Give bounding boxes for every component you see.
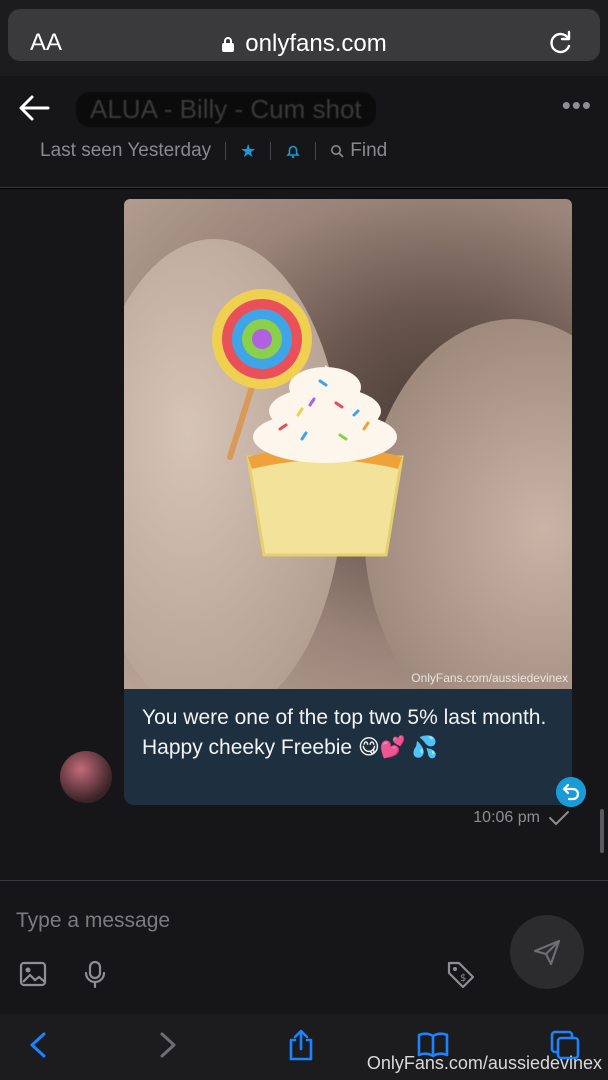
footer-watermark: OnlyFans.com/aussiedevinex (366, 1053, 602, 1073)
divider (225, 142, 227, 160)
reload-icon[interactable] (548, 29, 574, 55)
microphone-icon[interactable] (80, 959, 110, 989)
find-button[interactable]: Find (330, 140, 387, 162)
message-time-row: 10:06 pm (473, 809, 570, 827)
back-arrow-icon[interactable] (18, 94, 50, 122)
bell-icon[interactable] (285, 143, 301, 159)
send-button[interactable] (510, 915, 584, 989)
message-time: 10:06 pm (473, 809, 540, 826)
chat-header: ALUA - Billy - Cum shot ••• Last seen Ye… (0, 76, 608, 188)
message-bubble[interactable]: You were one of the top two 5% last mont… (124, 689, 572, 805)
check-icon (549, 811, 569, 826)
image-watermark: OnlyFans.com/aussiedevinex (411, 671, 568, 685)
send-icon (533, 939, 561, 966)
avatar[interactable] (60, 751, 112, 803)
more-options-icon[interactable]: ••• (562, 92, 592, 118)
divider (315, 142, 317, 160)
message-list[interactable]: OnlyFans.com/aussiedevinex You were one … (0, 189, 608, 881)
lock-icon (222, 37, 235, 52)
last-seen-status: Last seen Yesterday (40, 140, 212, 161)
scrollbar[interactable] (600, 809, 604, 853)
message-image[interactable]: OnlyFans.com/aussiedevinex (124, 199, 572, 689)
undo-icon[interactable] (556, 777, 586, 807)
chat-subheader: Last seen Yesterday ★ Find (40, 140, 387, 162)
cupcake-sticker (246, 365, 404, 557)
back-chevron-icon[interactable] (22, 1028, 56, 1062)
url-host-text: onlyfans.com (245, 30, 387, 57)
svg-text:$: $ (460, 973, 466, 984)
divider (270, 142, 272, 160)
search-icon (331, 145, 344, 158)
forward-chevron-icon[interactable] (150, 1028, 184, 1062)
find-label: Find (350, 140, 388, 161)
star-icon[interactable]: ★ (240, 141, 256, 162)
url-field[interactable]: AA onlyfans.com (8, 9, 600, 61)
browser-toolbar: OnlyFans.com/aussiedevinex (0, 1014, 608, 1080)
browser-address-bar: AA onlyfans.com (0, 0, 608, 76)
chat-title: ALUA - Billy - Cum shot (76, 92, 376, 127)
message-text: You were one of the top two 5% last mont… (142, 706, 547, 759)
url-host: onlyfans.com (8, 30, 600, 58)
price-tag-icon[interactable]: $ (446, 959, 476, 989)
message-composer: Type a message $ (0, 880, 608, 1014)
image-icon[interactable] (18, 959, 48, 989)
share-icon[interactable] (284, 1028, 318, 1062)
message-input[interactable]: Type a message (16, 909, 170, 933)
